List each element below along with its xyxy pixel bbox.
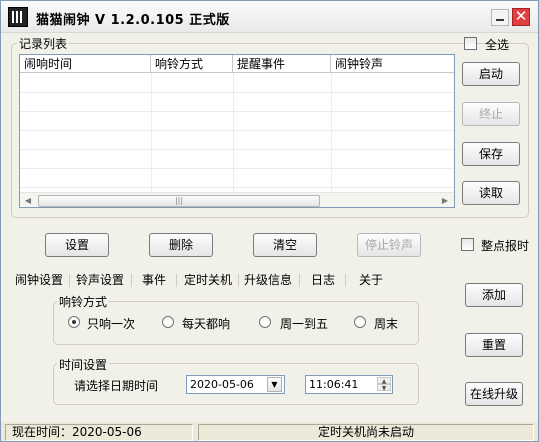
main-window: 猫猫闹钟 V 1.2.0.105 正式版 ✕ 记录列表 全选 闹响时间 响铃方式… — [0, 0, 539, 442]
current-time-status: 现在时间：2020-05-06 11:06:54 — [5, 424, 193, 442]
list-header: 闹响时间 响铃方式 提醒事件 闹钟铃声 — [20, 55, 454, 73]
grid-line — [151, 73, 152, 193]
records-group-title: 记录列表 — [17, 35, 70, 52]
grid-line — [20, 111, 454, 112]
tab-ringtone-settings[interactable]: 铃声设置 — [76, 271, 124, 289]
scroll-thumb[interactable]: ||| — [38, 195, 320, 207]
tab-divider — [345, 274, 346, 287]
tab-divider — [238, 274, 239, 287]
select-all-checkbox[interactable] — [464, 37, 477, 50]
tab-events[interactable]: 事件 — [142, 271, 166, 289]
scroll-left-icon[interactable]: ◀ — [21, 194, 35, 207]
ring-weekdays-radio[interactable] — [259, 316, 271, 328]
settings-button[interactable]: 设置 — [45, 233, 109, 257]
delete-button[interactable]: 删除 — [149, 233, 213, 257]
tab-scheduled-shutdown[interactable]: 定时关机 — [184, 271, 232, 289]
select-all-label: 全选 — [485, 38, 510, 52]
records-list[interactable]: 闹响时间 响铃方式 提醒事件 闹钟铃声 ◀ ||| ▶ — [19, 54, 455, 208]
clear-button[interactable]: 清空 — [253, 233, 317, 257]
window-title: 猫猫闹钟 V 1.2.0.105 正式版 — [36, 13, 230, 28]
stop-button[interactable]: 终止 — [462, 102, 520, 126]
ring-weekend-radio[interactable] — [354, 316, 366, 328]
chevron-down-icon[interactable]: ▼ — [267, 377, 282, 392]
tab-about[interactable]: 关于 — [359, 271, 383, 289]
hourly-chime-checkbox[interactable] — [461, 238, 474, 251]
tab-upgrade-info[interactable]: 升级信息 — [244, 271, 292, 289]
time-value: 11:06:41 — [309, 378, 359, 391]
close-button[interactable]: ✕ — [512, 8, 530, 26]
time-setting-title: 时间设置 — [57, 356, 110, 373]
title-bar[interactable]: 猫猫闹钟 V 1.2.0.105 正式版 ✕ — [1, 1, 538, 33]
ring-once-radio[interactable] — [68, 316, 80, 328]
app-cat-icon — [8, 7, 28, 27]
reset-button[interactable]: 重置 — [465, 333, 523, 357]
tab-divider — [299, 274, 300, 287]
ring-mode-title: 响铃方式 — [57, 293, 110, 310]
date-time-prompt: 请选择日期时间 — [74, 379, 159, 393]
online-upgrade-button[interactable]: 在线升级 — [465, 382, 523, 406]
grid-line — [20, 92, 454, 93]
ring-once-label[interactable]: 只响一次 — [87, 315, 135, 332]
time-spinner[interactable]: ▲ ▼ — [377, 377, 391, 392]
read-button[interactable]: 读取 — [462, 181, 520, 205]
column-header-reminder-event[interactable]: 提醒事件 — [233, 55, 331, 73]
column-header-alarm-time[interactable]: 闹响时间 — [20, 55, 151, 73]
horizontal-scrollbar[interactable]: ◀ ||| ▶ — [20, 192, 454, 207]
ring-daily-label[interactable]: 每天都响 — [182, 315, 230, 332]
date-value: 2020-05-06 — [190, 378, 254, 391]
grid-line — [20, 130, 454, 131]
minimize-icon — [496, 19, 504, 21]
spin-up-icon[interactable]: ▲ — [377, 377, 391, 385]
column-header-alarm-sound[interactable]: 闹钟铃声 — [331, 55, 454, 73]
start-button[interactable]: 启动 — [462, 62, 520, 86]
grid-line — [233, 73, 234, 193]
ring-daily-radio[interactable] — [162, 316, 174, 328]
tab-log[interactable]: 日志 — [311, 271, 335, 289]
grid-line — [331, 73, 332, 193]
save-button[interactable]: 保存 — [462, 142, 520, 166]
tab-divider — [176, 274, 177, 287]
date-picker[interactable]: 2020-05-06 ▼ — [186, 375, 285, 394]
grid-line — [20, 149, 454, 150]
grid-line — [20, 168, 454, 169]
tab-divider — [131, 274, 132, 287]
status-bar: 现在时间：2020-05-06 11:06:54 定时关机尚未启动 — [1, 422, 538, 442]
tab-alarm-settings[interactable]: 闹钟设置 — [15, 271, 63, 289]
ring-weekdays-label[interactable]: 周一到五 — [280, 315, 328, 332]
stop-ringtone-button[interactable]: 停止铃声 — [357, 233, 421, 257]
hourly-chime-label: 整点报时 — [481, 239, 530, 253]
shutdown-status: 定时关机尚未启动 — [198, 424, 534, 441]
grid-line — [20, 187, 454, 188]
add-button[interactable]: 添加 — [465, 283, 523, 307]
scroll-right-icon[interactable]: ▶ — [438, 194, 452, 207]
minimize-button[interactable] — [491, 9, 509, 26]
time-picker[interactable]: 11:06:41 ▲ ▼ — [305, 375, 393, 394]
ring-weekend-label[interactable]: 周末 — [374, 315, 398, 332]
column-header-ring-mode[interactable]: 响铃方式 — [151, 55, 233, 73]
spin-down-icon[interactable]: ▼ — [377, 384, 391, 392]
tab-divider — [69, 274, 70, 287]
